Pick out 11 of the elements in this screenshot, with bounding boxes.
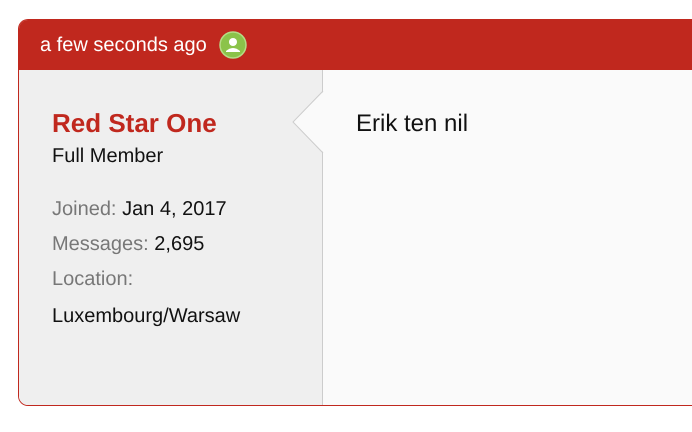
stat-label: Joined: <box>52 198 116 220</box>
author-name[interactable]: Red Star One <box>52 108 217 139</box>
message-text: Erik ten nil <box>356 110 468 137</box>
stat-value: 2,695 <box>154 233 204 255</box>
user-icon[interactable] <box>218 31 247 59</box>
stat-label: Location: <box>52 268 134 290</box>
post-time: a few seconds ago <box>40 34 207 56</box>
stat-value: Jan 4, 2017 <box>122 198 227 220</box>
stat-value: Luxembourg/Warsaw <box>52 305 242 328</box>
member-title: Full Member <box>52 145 164 168</box>
stat-label: Messages: <box>52 233 149 255</box>
